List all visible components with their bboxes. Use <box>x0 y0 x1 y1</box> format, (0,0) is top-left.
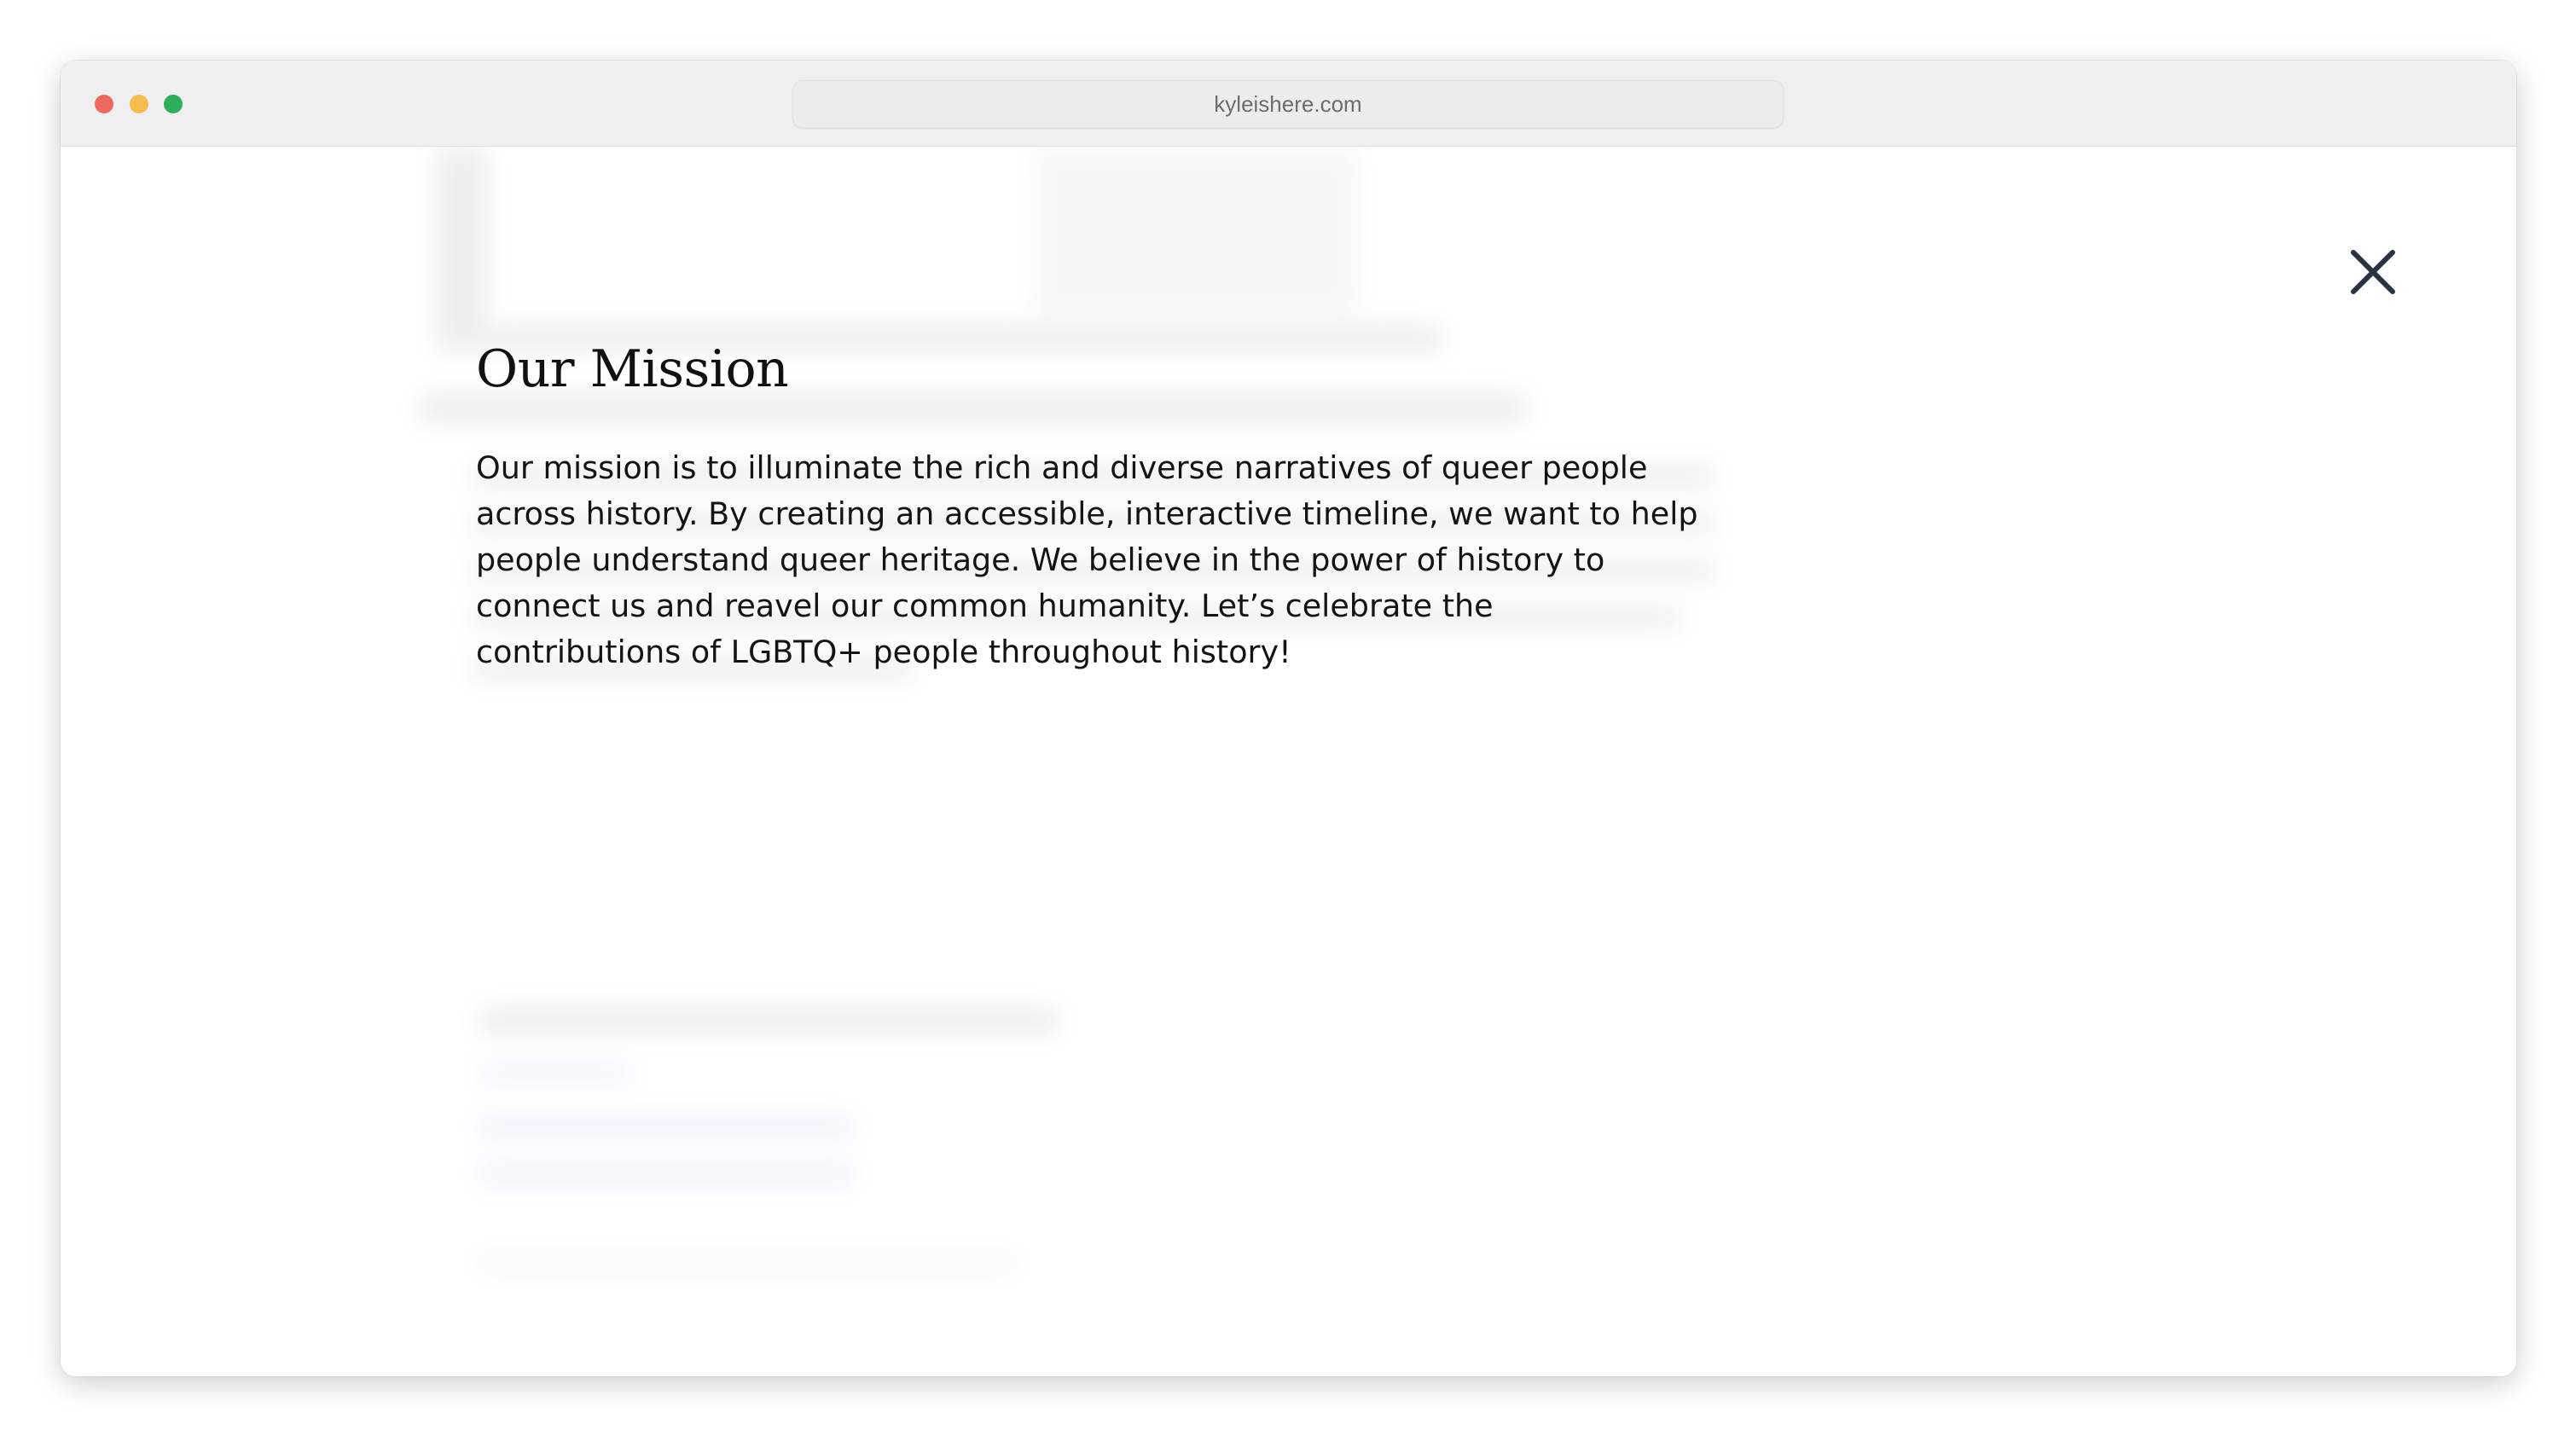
browser-window: kyleishere.com Our Mission Our mission i… <box>61 61 2516 1376</box>
mission-dialog: Our Mission Our mission is to illuminate… <box>476 340 1704 675</box>
window-close-button[interactable] <box>95 95 113 113</box>
window-zoom-button[interactable] <box>164 95 183 113</box>
close-button[interactable] <box>2342 241 2404 303</box>
address-bar[interactable]: kyleishere.com <box>792 80 1784 128</box>
screen: kyleishere.com Our Mission Our mission i… <box>0 0 2576 1436</box>
modal-title: Our Mission <box>476 339 789 399</box>
close-icon <box>2351 250 2395 294</box>
page-viewport <box>61 147 2516 1376</box>
address-url: kyleishere.com <box>1214 90 1362 117</box>
window-minimize-button[interactable] <box>130 95 148 113</box>
browser-title-bar: kyleishere.com <box>61 61 2516 147</box>
modal-overlay <box>61 147 2516 1376</box>
modal-body-text: Our mission is to illuminate the rich an… <box>476 449 1698 670</box>
